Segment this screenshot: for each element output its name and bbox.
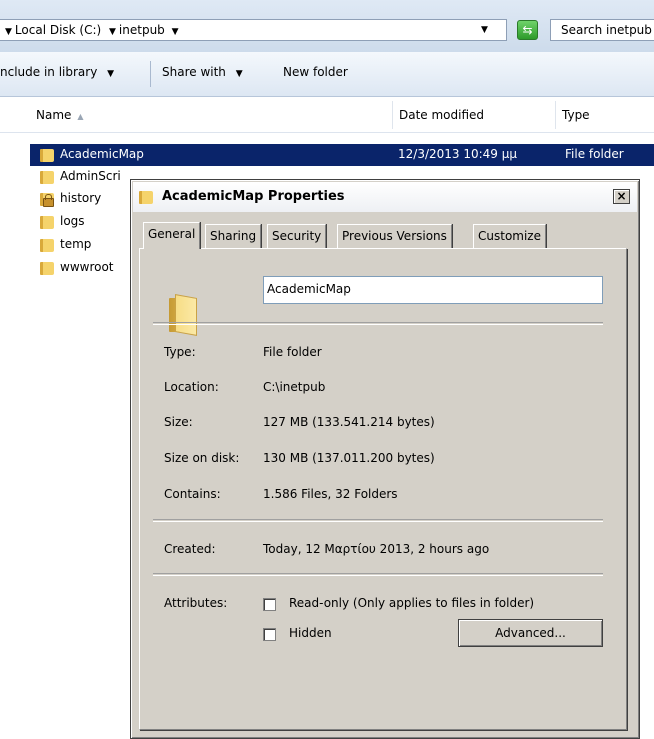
column-header-name[interactable]: Name ▲ [30, 97, 392, 133]
folder-icon [40, 238, 56, 252]
close-button[interactable]: × [613, 189, 630, 204]
dialog-title: AcademicMap Properties [162, 189, 345, 204]
contains-value: 1.586 Files, 32 Folders [263, 487, 398, 501]
properties-dialog: AcademicMap Properties × General Sharing… [130, 179, 640, 739]
column-header-row: Name ▲ Date modified Type [0, 97, 654, 133]
hidden-checkbox[interactable] [263, 628, 276, 641]
created-label: Created: [164, 542, 216, 556]
folder-icon [40, 215, 56, 229]
column-header-date-modified[interactable]: Date modified [393, 97, 553, 133]
contains-label: Contains: [164, 487, 221, 501]
address-bar-area: ▼ Local Disk (C:) ▼ inetpub ▼ ▼ ⇆ Search i… [0, 0, 654, 52]
search-placeholder: Search inetpub [561, 23, 652, 37]
tab-customize[interactable]: Customize [473, 224, 546, 248]
toolbar-divider [150, 61, 151, 87]
large-folder-icon [169, 294, 197, 336]
address-bar[interactable]: ▼ Local Disk (C:) ▼ inetpub ▼ ▼ [0, 19, 507, 41]
search-input[interactable]: Search inetpub [550, 19, 654, 41]
breadcrumb-arrow-icon[interactable]: ▼ [172, 27, 179, 37]
advanced-button[interactable]: Advanced... [458, 619, 603, 647]
tab-sharing[interactable]: Sharing [205, 224, 262, 248]
chevron-down-icon: ▼ [107, 69, 115, 79]
created-value: Today, 12 Μαρτίου 2013, 2 hours ago [263, 542, 490, 556]
locked-folder-icon [40, 192, 56, 207]
read-only-checkbox[interactable] [263, 598, 276, 611]
breadcrumb-arrow-icon[interactable]: ▼ [5, 27, 12, 37]
location-value: C:\inetpub [263, 380, 326, 394]
size-on-disk-value: 130 MB (137.011.200 bytes) [263, 451, 435, 465]
breadcrumb-drive[interactable]: ▼ Local Disk (C:) [5, 23, 101, 37]
size-label: Size: [164, 415, 193, 429]
folder-icon [40, 148, 56, 162]
type-label: Type: [164, 345, 196, 359]
new-folder-button[interactable]: New folder [283, 65, 348, 79]
folder-name-field[interactable]: AcademicMap [263, 276, 603, 304]
dialog-title-bar[interactable]: AcademicMap Properties × [133, 182, 637, 212]
sort-ascending-icon: ▲ [77, 112, 84, 121]
folder-icon [40, 170, 56, 184]
hidden-label[interactable]: Hidden [289, 626, 332, 640]
divider [153, 519, 603, 522]
read-only-label[interactable]: Read-only (Only applies to files in fold… [289, 596, 534, 610]
folder-icon [40, 261, 56, 275]
location-label: Location: [164, 380, 219, 394]
share-with-button[interactable]: Share with ▼ [162, 65, 243, 79]
folder-icon [139, 190, 155, 204]
attributes-label: Attributes: [164, 596, 228, 610]
size-value: 127 MB (133.541.214 bytes) [263, 415, 435, 429]
breadcrumb-inetpub[interactable]: ▼ inetpub ▼ [109, 23, 182, 37]
command-bar: nclude in library ▼ Share with ▼ New fol… [0, 52, 654, 97]
chevron-down-icon: ▼ [235, 69, 243, 79]
tab-general[interactable]: General [143, 222, 201, 249]
refresh-button[interactable]: ⇆ [514, 19, 541, 41]
address-history-dropdown-icon[interactable]: ▼ [481, 25, 488, 35]
divider [153, 573, 603, 576]
include-in-library-button[interactable]: nclude in library ▼ [0, 65, 114, 79]
refresh-icon: ⇆ [517, 20, 538, 40]
tab-previous-versions[interactable]: Previous Versions [337, 224, 452, 248]
column-header-type[interactable]: Type [556, 97, 654, 133]
breadcrumb-arrow-icon[interactable]: ▼ [109, 27, 116, 37]
size-on-disk-label: Size on disk: [164, 451, 240, 465]
divider [153, 322, 603, 325]
file-row-academicmap[interactable]: AcademicMap 12/3/2013 10:49 μμ File fold… [30, 144, 654, 166]
tab-security[interactable]: Security [267, 224, 327, 248]
type-value: File folder [263, 345, 322, 359]
